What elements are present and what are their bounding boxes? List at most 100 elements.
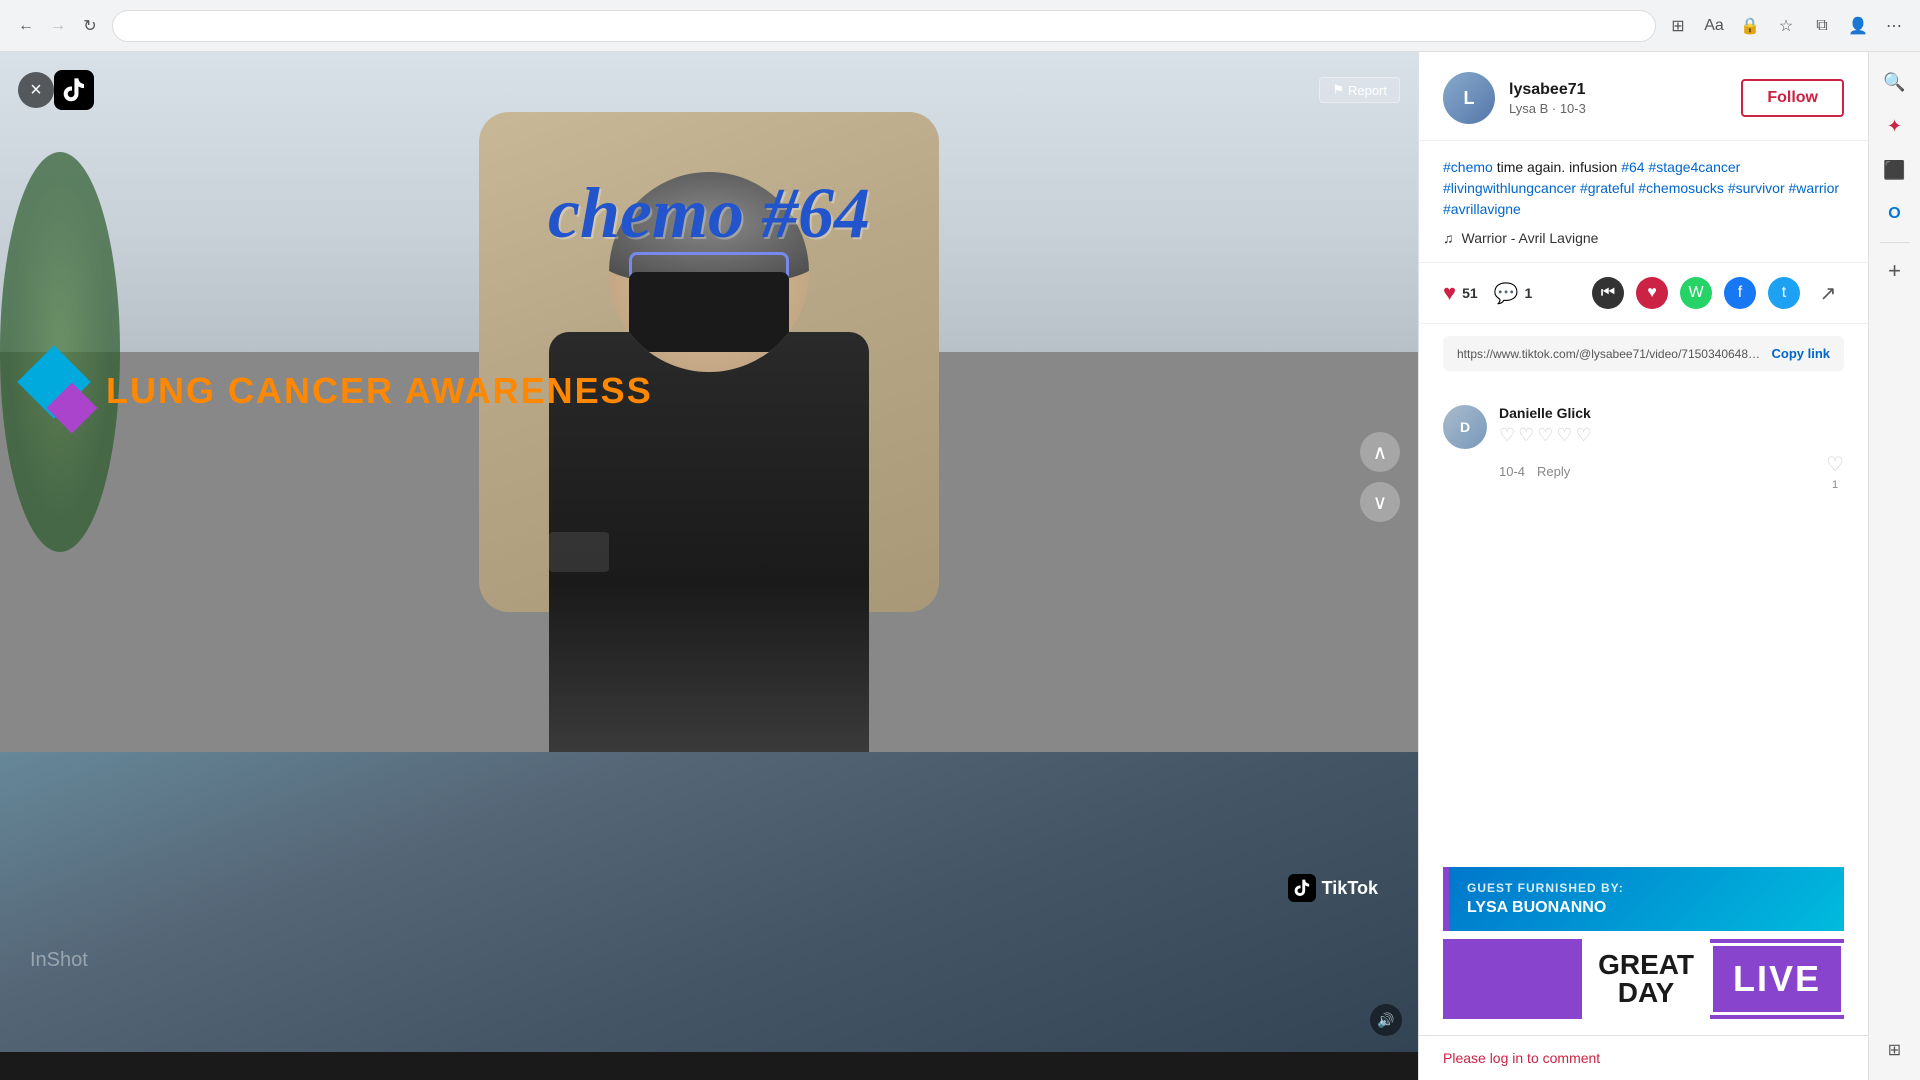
comments-count: 1 <box>1525 285 1533 301</box>
comment-hearts: ♡ ♡ ♡ ♡ ♡ <box>1499 425 1844 446</box>
link-url-text: https://www.tiktok.com/@lysabee71/video/… <box>1457 347 1763 361</box>
gdl-live-text: LIVE <box>1710 943 1844 1015</box>
sidebar: L lysabee71 Lysa B · 10-3 Follow #chemo … <box>1418 52 1868 1080</box>
actions-row: ♥ 51 💬 1 ⏮ ♥ W f t ↗ <box>1419 263 1868 324</box>
twitter-share-icon[interactable]: t <box>1768 277 1800 309</box>
sidebar-table-button[interactable]: ⊞ <box>1877 1032 1913 1068</box>
caption-hashtag-survivor: #survivor <box>1728 180 1785 196</box>
profile-button[interactable]: 👤 <box>1844 12 1872 40</box>
music-icon: ♫ <box>1443 230 1454 246</box>
reload-button[interactable]: ↻ <box>76 12 104 40</box>
author-subtitle: Lysa B · 10-3 <box>1509 101 1727 116</box>
gdl-great-text: GREAT <box>1598 951 1694 979</box>
caption-hashtag-living: #livingwithlungcancer <box>1443 180 1576 196</box>
comments-action[interactable]: 💬 1 <box>1494 281 1533 306</box>
video-main[interactable]: chemo #64 ∧ ∨ <box>0 52 1418 752</box>
sidebar-header: L lysabee71 Lysa B · 10-3 Follow <box>1419 52 1868 141</box>
likes-heart-icon: ♥ <box>1443 280 1456 306</box>
extensions-button[interactable]: 🔒 <box>1736 12 1764 40</box>
tiktok-watermark-text: TikTok <box>1322 878 1378 899</box>
report-button[interactable]: ⚑ Report <box>1319 77 1400 103</box>
comment-meta: 10-4 Reply ♡ 1 <box>1499 452 1844 491</box>
awareness-overlay: LUNG CANCER AWARENESS <box>0 340 1418 442</box>
gdl-day-text: DAY <box>1618 979 1675 1007</box>
caption-hashtag-warrior: #warrior <box>1789 180 1840 196</box>
likes-count: 51 <box>1462 285 1478 301</box>
close-button[interactable]: × <box>18 72 54 108</box>
video-nav-down-button[interactable]: ∨ <box>1360 482 1400 522</box>
caption-text: #chemo time again. infusion #64 #stage4c… <box>1443 157 1844 220</box>
video-top-bar: × ⚑ Report <box>18 70 1400 110</box>
copy-link-button[interactable]: Copy link <box>1771 346 1830 361</box>
commenter-avatar: D <box>1443 405 1487 449</box>
comment-input-area[interactable]: Please log in to comment <box>1419 1035 1868 1080</box>
comments-icon: 💬 <box>1494 281 1519 306</box>
comments-section: D Danielle Glick ♡ ♡ ♡ ♡ ♡ 10-4 Reply <box>1419 383 1868 851</box>
comment-item: D Danielle Glick ♡ ♡ ♡ ♡ ♡ 10-4 Reply <box>1419 391 1868 505</box>
sidebar-add-button[interactable]: + <box>1877 253 1913 289</box>
comment-login-prompt: Please log in to comment <box>1443 1050 1844 1066</box>
tattoo-decoration <box>549 532 609 572</box>
likes-action[interactable]: ♥ 51 <box>1443 280 1478 306</box>
music-title: Warrior - Avril Lavigne <box>1462 230 1599 246</box>
heart-2: ♡ <box>1518 425 1534 446</box>
caption-hashtag-grateful: #grateful <box>1580 180 1634 196</box>
comment-body: Danielle Glick ♡ ♡ ♡ ♡ ♡ 10-4 Reply ♡ 1 <box>1499 405 1844 491</box>
caption-area: #chemo time again. infusion #64 #stage4c… <box>1419 141 1868 263</box>
inshotvideo-watermark: InShot <box>30 949 88 972</box>
comment-like-icon[interactable]: ♡ <box>1826 452 1844 477</box>
read-mode-button[interactable]: Aa <box>1700 12 1728 40</box>
follow-button[interactable]: Follow <box>1741 79 1844 117</box>
guest-label: GUEST FURNISHED BY: <box>1467 881 1826 895</box>
heart-1: ♡ <box>1499 425 1515 446</box>
sidebar-search-button[interactable]: 🔍 <box>1877 64 1913 100</box>
heart-5: ♡ <box>1576 425 1592 446</box>
author-info: lysabee71 Lysa B · 10-3 <box>1509 81 1727 116</box>
sidebar-extensions-button[interactable]: ⬛ <box>1877 152 1913 188</box>
browser-actions: ⊞ Aa 🔒 ☆ ⧉ 👤 ⋯ <box>1664 12 1908 40</box>
guest-banner: GUEST FURNISHED BY: LYSA BUONANNO <box>1443 867 1844 931</box>
back-button[interactable]: ← <box>12 12 40 40</box>
bookmark-list-button[interactable]: ⊞ <box>1664 12 1692 40</box>
author-avatar: L <box>1443 72 1495 124</box>
volume-button[interactable]: 🔊 <box>1370 1004 1402 1036</box>
browser-sidebar-toolbar: 🔍 ✦ ⬛ O + ⊞ <box>1868 52 1920 1080</box>
favorites-button[interactable]: ☆ <box>1772 12 1800 40</box>
comment-date: 10-4 <box>1499 464 1525 479</box>
heart-3: ♡ <box>1537 425 1553 446</box>
browser-chrome: ← → ↻ https://www.tiktok.com/@lysabee71/… <box>0 0 1920 52</box>
whatsapp-share-icon[interactable]: W <box>1680 277 1712 309</box>
caption-hashtag-avril: #avrillavigne <box>1443 201 1521 217</box>
nav-buttons: ← → ↻ <box>12 12 104 40</box>
guest-name: LYSA BUONANNO <box>1467 899 1826 917</box>
facebook-share-icon[interactable]: f <box>1724 277 1756 309</box>
forward-button[interactable]: → <box>44 12 72 40</box>
caption-hashtag-chemo: #chemo <box>1443 159 1493 175</box>
video-section: × ⚑ Report chemo #64 <box>0 52 1418 1080</box>
diamond-logo <box>20 356 90 426</box>
collections-button[interactable]: ⧉ <box>1808 12 1836 40</box>
person-photo <box>469 172 949 752</box>
tiktok-logo <box>54 70 94 110</box>
tiktok-heart-share-icon[interactable]: ♥ <box>1636 277 1668 309</box>
more-share-icon[interactable]: ↗ <box>1812 277 1844 309</box>
great-day-live-banner: GREAT DAY LIVE <box>1443 939 1844 1019</box>
settings-button[interactable]: ⋯ <box>1880 12 1908 40</box>
comment-reply-button[interactable]: Reply <box>1537 464 1570 479</box>
video-text-overlay: chemo #64 <box>548 172 870 255</box>
sidebar-outlook-button[interactable]: O <box>1877 196 1913 232</box>
address-bar[interactable]: https://www.tiktok.com/@lysabee71/video/… <box>112 10 1656 42</box>
awareness-text: LUNG CANCER AWARENESS <box>106 370 653 412</box>
heart-4: ♡ <box>1556 425 1572 446</box>
video-bottom-preview[interactable]: InShot TikTok 🔊 <box>0 752 1418 1052</box>
gdl-text-left: GREAT DAY <box>1582 939 1710 1019</box>
share-icons-group: ⏮ ♥ W f t ↗ <box>1592 277 1844 309</box>
link-bar: https://www.tiktok.com/@lysabee71/video/… <box>1443 336 1844 371</box>
flag-icon: ⚑ <box>1332 82 1344 98</box>
url-input[interactable]: https://www.tiktok.com/@lysabee71/video/… <box>125 18 1643 33</box>
tiktok-watermark: TikTok <box>1288 874 1378 902</box>
comment-like-count: 1 <box>1832 479 1838 491</box>
sidebar-favorites-button[interactable]: ✦ <box>1877 108 1913 144</box>
tiktok-mini-logo <box>1288 874 1316 902</box>
rewind-share-icon[interactable]: ⏮ <box>1592 277 1624 309</box>
